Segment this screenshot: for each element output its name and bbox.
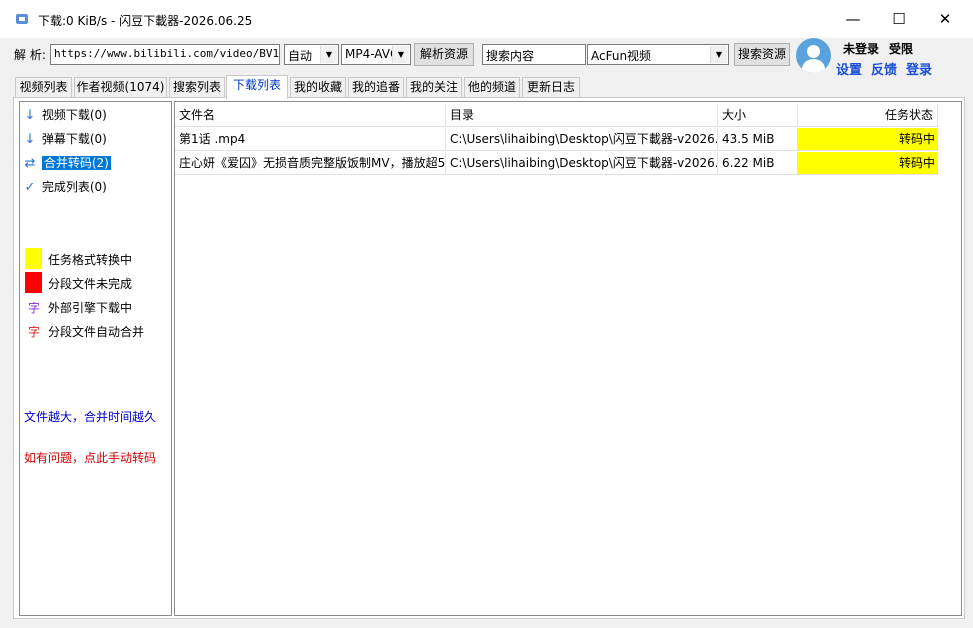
cell-status: 转码中 (798, 152, 938, 175)
legend-automerge-label: 分段文件自动合并 (48, 325, 145, 339)
transfer-icon: ⇄ (24, 156, 36, 171)
search-resource-button[interactable]: 搜索资源 (734, 43, 790, 66)
mode-select[interactable]: 自动 ▼ (284, 44, 339, 65)
column-header-size[interactable]: 大小 (718, 104, 798, 127)
tab-download-list[interactable]: 下载列表 (226, 75, 288, 99)
category-danmaku-download[interactable]: ↓ 弹幕下载(0) (22, 129, 107, 150)
tab-changelog[interactable]: 更新日志 (522, 77, 580, 97)
column-header-directory[interactable]: 目录 (446, 104, 718, 127)
chevron-down-icon: ▼ (710, 46, 727, 63)
mode-select-value: 自动 (288, 49, 313, 63)
category-label: 弹幕下载(0) (41, 132, 107, 146)
legend-red-char: 字 (28, 325, 41, 339)
cell-filename: 第1话 .mp4 (175, 128, 446, 151)
cell-directory: C:\Users\lihaibing\Desktop\闪豆下載器-v2026. (446, 128, 718, 151)
category-completed[interactable]: ✓ 完成列表(0) (22, 177, 107, 198)
settings-link[interactable]: 设置 (836, 59, 862, 78)
search-input[interactable]: 搜索内容 (482, 44, 586, 65)
site-select-value: AcFun视频 (591, 49, 652, 63)
legend-red-swatch (25, 272, 42, 293)
legend-purple-char: 字 (28, 301, 41, 315)
category-merge-transcode[interactable]: ⇄ 合并转码(2) (22, 153, 111, 174)
cell-status: 转码中 (798, 128, 938, 151)
column-header-filename[interactable]: 文件名 (175, 104, 446, 127)
legend-yellow-swatch (25, 248, 42, 269)
format-select[interactable]: MP4-AVC ▼ (341, 44, 411, 65)
window-title: 下载:0 KiB/s - 闪豆下載器-2026.06.25 (38, 14, 253, 28)
limited-badge: 受限 (889, 42, 914, 56)
tab-followed-anime[interactable]: 我的追番 (348, 77, 404, 97)
parse-resource-button[interactable]: 解析资源 (414, 43, 474, 66)
checkmark-icon: ✓ (24, 180, 36, 195)
tab-video-list[interactable]: 视频列表 (15, 77, 72, 97)
merge-time-note: 文件越大，合并时间越久 (24, 410, 157, 424)
manual-transcode-link[interactable]: 如有问题，点此手动转码 (24, 449, 156, 466)
tab-following[interactable]: 我的关注 (406, 77, 462, 97)
chevron-down-icon: ▼ (320, 46, 337, 63)
table-row[interactable]: 第1话 .mp4 C:\Users\lihaibing\Desktop\闪豆下載… (175, 128, 938, 151)
app-logo-icon (16, 14, 28, 24)
close-button[interactable]: ✕ (922, 0, 968, 38)
tab-author-videos[interactable]: 作者视频(1074) (74, 77, 167, 97)
avatar[interactable] (796, 38, 831, 73)
format-select-value: MP4-AVC (345, 47, 399, 61)
category-label: 视频下载(0) (41, 108, 107, 122)
legend-external-label: 外部引擎下载中 (48, 301, 133, 315)
arrow-down-icon: ↓ (24, 132, 36, 147)
arrow-down-icon: ↓ (24, 108, 36, 123)
login-status: 未登录 (843, 42, 880, 56)
category-label: 完成列表(0) (41, 180, 107, 194)
legend-incomplete-label: 分段文件未完成 (48, 277, 133, 291)
chevron-down-icon: ▼ (392, 46, 409, 63)
cell-filename: 庄心妍《爱囚》无损音质完整版饭制MV，播放超5 (175, 152, 446, 175)
login-link[interactable]: 登录 (906, 59, 932, 78)
minimize-button[interactable]: — (830, 0, 876, 38)
category-label: 合并转码(2) (41, 156, 111, 170)
tab-their-channel[interactable]: 他的频道 (464, 77, 520, 97)
legend-converting-label: 任务格式转换中 (48, 253, 133, 267)
site-select[interactable]: AcFun视频 ▼ (587, 44, 729, 65)
parse-label: 解 析: (14, 48, 46, 62)
table-row[interactable]: 庄心妍《爱囚》无损音质完整版饭制MV，播放超5 C:\Users\lihaibi… (175, 152, 938, 175)
tab-search-list[interactable]: 搜索列表 (169, 77, 225, 97)
column-header-status[interactable]: 任务状态 (798, 104, 938, 127)
feedback-link[interactable]: 反馈 (871, 59, 897, 78)
maximize-button[interactable]: ☐ (876, 0, 922, 38)
tab-favorites[interactable]: 我的收藏 (290, 77, 346, 97)
cell-directory: C:\Users\lihaibing\Desktop\闪豆下載器-v2026. (446, 152, 718, 175)
cell-size: 6.22 MiB (718, 152, 798, 175)
download-table (174, 101, 962, 616)
url-input[interactable]: https://www.bilibili.com/video/BV1gM4 (50, 44, 280, 65)
category-video-download[interactable]: ↓ 视频下载(0) (22, 105, 107, 126)
cell-size: 43.5 MiB (718, 128, 798, 151)
